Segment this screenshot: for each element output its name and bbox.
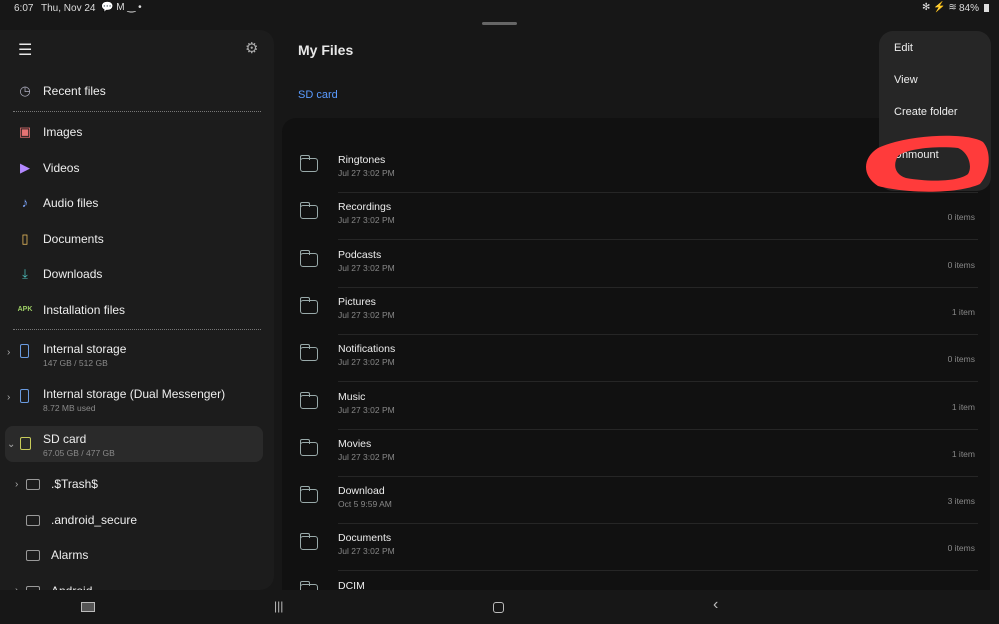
folder-icon xyxy=(299,202,318,220)
folder-row[interactable]: Podcasts Jul 27 3:02 PM 0 items xyxy=(282,241,990,288)
notification-icons: 💬 M ‿ • xyxy=(101,2,142,13)
folder-icon xyxy=(299,155,318,172)
sidebar-folder[interactable]: .android_secure xyxy=(0,503,274,537)
chevron-down-icon[interactable]: ⌄ xyxy=(7,439,15,450)
home-icon[interactable] xyxy=(493,602,504,613)
menu-item-create-folder[interactable]: Create folder xyxy=(894,106,958,118)
divider xyxy=(13,111,261,112)
recent-apps-icon[interactable]: ||| xyxy=(274,599,283,613)
date: Thu, Nov 24 xyxy=(41,3,96,14)
sidebar-item-sd-card[interactable]: ⌄ SD card 67.05 GB / 477 GB xyxy=(5,426,263,462)
folder-icon xyxy=(299,296,318,314)
clock-icon: ◷ xyxy=(19,83,31,98)
phone-dual-icon xyxy=(20,389,29,403)
image-icon: ▣ xyxy=(18,124,32,139)
divider xyxy=(13,329,261,330)
sidebar-item-dual-messenger[interactable]: › Internal storage (Dual Messenger) 8.72… xyxy=(0,377,274,417)
sd-card-icon xyxy=(20,437,31,450)
folder-row[interactable]: Download Oct 5 9:59 AM 3 items xyxy=(282,477,990,525)
red-annotation-circle xyxy=(866,135,989,192)
folder-row[interactable]: Movies Jul 27 3:02 PM 1 item xyxy=(282,430,990,477)
apk-icon: APK xyxy=(17,305,33,313)
drag-handle[interactable] xyxy=(482,22,517,25)
keyboard-icon[interactable] xyxy=(81,602,95,612)
battery-level: 84% xyxy=(959,3,980,14)
breadcrumb[interactable]: SD card xyxy=(298,89,338,101)
music-note-icon: ♪ xyxy=(21,195,29,210)
sidebar-item-videos[interactable]: ▶ Videos xyxy=(0,151,274,185)
sidebar-folder[interactable]: Alarms xyxy=(0,538,274,572)
folder-icon xyxy=(299,486,318,504)
folder-row[interactable]: Documents Jul 27 3:02 PM 0 items xyxy=(282,524,990,572)
download-icon: ⤓ xyxy=(22,266,28,281)
chevron-right-icon[interactable]: › xyxy=(7,347,10,358)
folder-icon xyxy=(26,514,40,526)
folder-icon xyxy=(26,479,40,490)
phone-icon xyxy=(20,344,29,358)
sidebar-item-recent-files[interactable]: ◷ Recent files xyxy=(0,74,274,108)
gear-icon[interactable]: ⚙ xyxy=(245,39,258,57)
document-icon: ▯ xyxy=(21,230,29,246)
sidebar-item-documents[interactable]: ▯ Documents xyxy=(0,222,274,256)
folder-row[interactable]: Recordings Jul 27 3:02 PM 0 items xyxy=(282,193,990,241)
clock: 6:07 xyxy=(14,3,34,14)
back-icon[interactable]: ‹ xyxy=(713,596,718,614)
menu-item-edit[interactable]: Edit xyxy=(894,42,913,54)
sidebar-item-internal-storage[interactable]: › Internal storage 147 GB / 512 GB xyxy=(0,332,274,372)
video-icon: ▶ xyxy=(20,159,30,175)
menu-icon[interactable]: ☰ xyxy=(18,40,32,60)
folder-icon xyxy=(299,438,318,456)
menu-item-view[interactable]: View xyxy=(894,74,918,86)
folder-row[interactable]: Pictures Jul 27 3:02 PM 1 item xyxy=(282,288,990,335)
chevron-right-icon[interactable]: › xyxy=(15,479,18,490)
folder-icon xyxy=(299,533,318,551)
sidebar-item-installation-files[interactable]: APK Installation files xyxy=(0,293,274,327)
folder-row[interactable]: Music Jul 27 3:02 PM 1 item xyxy=(282,383,990,430)
chevron-right-icon[interactable]: › xyxy=(7,392,10,403)
folder-row[interactable]: DCIM xyxy=(282,572,990,590)
status-bar: 6:07 Thu, Nov 24 💬 M ‿ • ✻ ⚡ ≋ 84% xyxy=(0,0,999,18)
sidebar-item-images[interactable]: ▣ Images xyxy=(0,115,274,149)
chevron-right-icon[interactable]: › xyxy=(15,585,18,590)
sidebar-folder[interactable]: › .$Trash$ xyxy=(0,467,274,501)
folder-icon xyxy=(299,344,318,362)
sidebar-folder[interactable]: › Android xyxy=(0,574,274,590)
folder-icon xyxy=(299,580,318,590)
sidebar-item-audio-files[interactable]: ♪ Audio files xyxy=(0,186,274,220)
folder-icon xyxy=(299,391,318,409)
sidebar-item-downloads[interactable]: ⤓ Downloads xyxy=(0,257,274,291)
sidebar: ☰ ⚙ ◷ Recent files ▣ Images ▶ Videos ♪ A… xyxy=(0,30,274,590)
page-title: My Files xyxy=(298,42,354,58)
folder-icon xyxy=(299,249,318,267)
folder-icon xyxy=(26,550,40,561)
battery-icon xyxy=(984,4,989,12)
wifi-icon: ✻ ⚡ ≋ xyxy=(922,2,957,13)
folder-icon xyxy=(26,585,40,590)
folder-row[interactable]: Notifications Jul 27 3:02 PM 0 items xyxy=(282,335,990,383)
navigation-bar: ||| ‹ xyxy=(0,592,999,624)
